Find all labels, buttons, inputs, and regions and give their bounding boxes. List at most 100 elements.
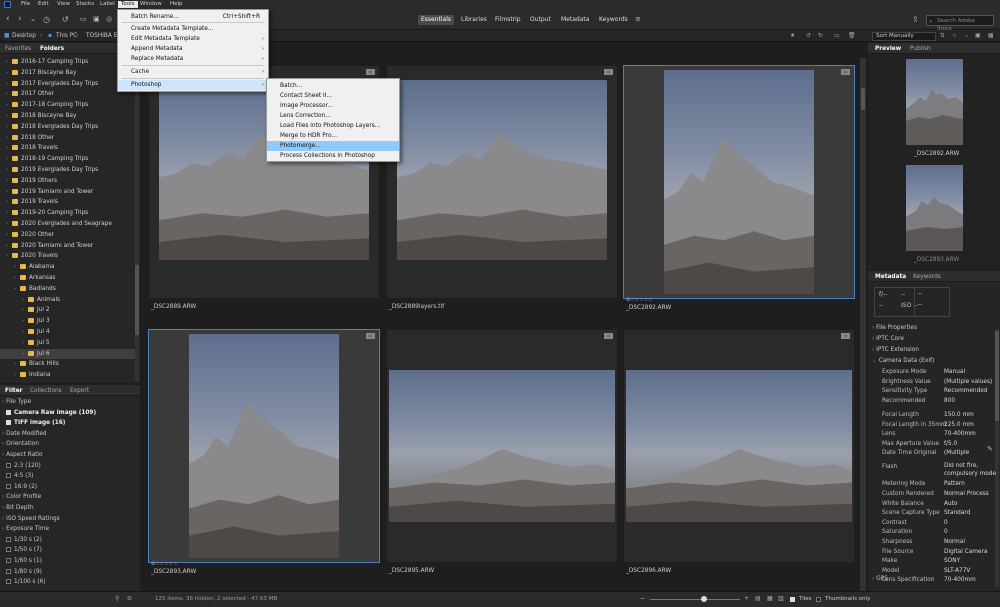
metadata-section[interactable]: › File Properties [872,325,917,331]
filter-checkbox[interactable] [6,483,11,489]
open-in-camera-raw-icon[interactable]: ◎ [106,15,112,24]
workspace-libraries[interactable]: Libraries [458,15,490,25]
filter-checkbox[interactable] [6,547,11,553]
filter-category[interactable]: › Aspect Ratio [2,451,43,460]
rating-stars[interactable]: ⊘☆☆☆☆☆ [151,561,178,567]
exif-value[interactable]: 150.0 mm [944,411,974,421]
exif-value[interactable]: (Multiple [944,449,969,459]
menu-edit[interactable]: Edit [35,1,52,8]
workspace-filmstrip[interactable]: Filmstrip [492,15,524,25]
filter-option[interactable]: 1/80 s (9) [6,568,42,577]
lock-icon[interactable]: ▤ [755,595,761,602]
zoom-in-icon[interactable]: + [744,595,749,602]
workspace-essentials[interactable]: Essentials [418,15,455,25]
thumbnail-size-slider-handle[interactable] [701,596,707,602]
exif-value[interactable]: SLT-A77V [944,567,970,577]
search-input[interactable]: Search Adobe Stock [926,15,994,32]
menu-stacks[interactable]: Stacks [73,1,97,8]
folder-item[interactable]: › 2019 Everglades Day Trips [0,165,135,175]
filter-option[interactable]: 1/100 s (6) [6,578,46,587]
filter-checkbox[interactable] [6,473,11,479]
tools-menu-item[interactable]: Photoshop › [118,80,268,90]
thumbnail-size-slider[interactable] [650,599,740,600]
filter-option[interactable]: 1/60 s (1) [6,557,42,566]
filter-checkbox[interactable] [6,558,11,563]
exif-value[interactable]: Pattern [944,480,965,490]
star-filter-icon[interactable]: ★ [790,32,795,40]
metadata-section[interactable]: › IPTC Core [872,336,904,342]
folder-item[interactable]: › 2020 Travels [0,251,135,261]
folder-item[interactable]: › 2018 Other [0,133,135,143]
tiles-checkbox[interactable] [790,597,795,602]
folder-item[interactable]: › 2018-19 Camping Trips [0,154,135,164]
folder-item[interactable]: › Animals [0,295,135,305]
breadcrumb-desktop[interactable]: Desktop [12,32,36,40]
folder-item[interactable]: › 2020 Other [0,230,135,240]
folder-item[interactable]: › Jul 6 [0,348,135,359]
filter-checkbox[interactable] [6,409,11,415]
filter-option[interactable]: 1/50 s (7) [6,546,42,555]
photoshop-menu-item[interactable]: Batch... [267,81,399,91]
thumbnail-cell[interactable]: ▭ _DSC2895.ARW [387,330,617,574]
new-folder-icon[interactable]: ▭ [834,32,839,40]
filter-option[interactable]: 2:3 (120) [6,462,41,471]
tab-filter[interactable]: Filter [3,387,25,395]
folder-item[interactable]: › Jul 3 [0,316,135,326]
filter-category[interactable]: › File Type [2,398,31,407]
metadata-scrollbar[interactable] [995,329,999,587]
folder-item[interactable]: › Jul 2 [0,305,135,315]
get-photos-icon[interactable]: ▭ [80,15,87,24]
photoshop-menu-item[interactable]: Lens Correction... [267,111,399,121]
zoom-out-icon[interactable]: − [640,595,645,602]
folder-item[interactable]: › Badlands [0,284,135,294]
exif-value[interactable]: Auto [944,500,957,510]
tab-favorites[interactable]: Favorites [3,45,33,53]
filter-option[interactable]: 4:5 (3) [6,472,33,481]
tools-menu-item[interactable]: Create Metadata Template... [118,24,268,34]
filter-checkbox[interactable] [6,568,11,574]
folder-item[interactable]: › Jul 5 [0,338,135,348]
back-icon[interactable]: ‹ [6,15,10,24]
folder-item[interactable]: › 2020 Everglades and Seagrape [0,219,135,229]
thumbnail-cell[interactable]: ▭ _DSC2889layers.tif [387,66,617,310]
sort-direction-icon[interactable]: ⇅ [940,32,945,40]
photoshop-menu-item[interactable]: Merge to HDR Pro... [267,131,399,141]
folder-item[interactable]: › 2020 Tamiami and Tower [0,241,135,251]
forward-icon[interactable]: › [18,15,22,24]
exif-value[interactable]: Did not fire, compulsory mode [944,463,996,478]
filter-category[interactable]: › Exposure Time [2,525,49,534]
pin-icon[interactable]: ⚲ [115,595,119,602]
folder-item[interactable]: › Alabama [0,262,135,272]
menu-view[interactable]: View [54,1,73,8]
workspace-metadata[interactable]: Metadata [558,15,592,25]
menu-label[interactable]: Label [97,1,118,8]
rotate-right-icon[interactable]: ↻ [818,32,823,40]
menu-help[interactable]: Help [167,1,186,8]
upload-icon[interactable]: ⇪ [912,15,919,24]
filter-option[interactable]: 16:9 (2) [6,483,37,492]
folder-item[interactable]: › 2019 Others [0,176,135,186]
delete-icon[interactable]: 🗑 [848,32,855,40]
metadata-section[interactable]: ⌄ Camera Data (Exif) [872,358,934,364]
filter-category[interactable]: › Date Modified [2,430,47,439]
filter-icon[interactable]: ⌄ [964,32,969,40]
folder-item[interactable]: › Jul 4 [0,327,135,337]
exif-value[interactable]: Normal [944,538,965,548]
thumbnail-image[interactable] [389,370,615,522]
filter-category[interactable]: › Bit Depth [2,504,34,513]
folder-item[interactable]: › 2018 Travels [0,143,135,153]
photoshop-menu-item[interactable]: Photomerge... [267,141,399,151]
workspace-output[interactable]: Output [527,15,554,25]
photoshop-menu-item[interactable]: Contact Sheet II... [267,91,399,101]
folder-item[interactable]: › Arkansas [0,273,135,283]
photoshop-menu-item[interactable]: Process Collections in Photoshop [267,151,399,161]
tab-keywords[interactable]: Keywords [911,273,943,281]
tab-export[interactable]: Export [68,387,91,395]
no-entry-icon[interactable]: ⊘ [127,595,132,602]
content-scrollbar[interactable] [860,58,866,591]
breadcrumb-drive[interactable]: TOSHIBA EX [86,32,121,40]
folder-item[interactable]: › 2019-20 Camping Trips [0,208,135,218]
thumbnail-image[interactable] [626,370,852,522]
parent-folder-icon[interactable]: ⌄ [30,15,36,24]
filter-category[interactable]: › ISO Speed Ratings [2,515,60,524]
